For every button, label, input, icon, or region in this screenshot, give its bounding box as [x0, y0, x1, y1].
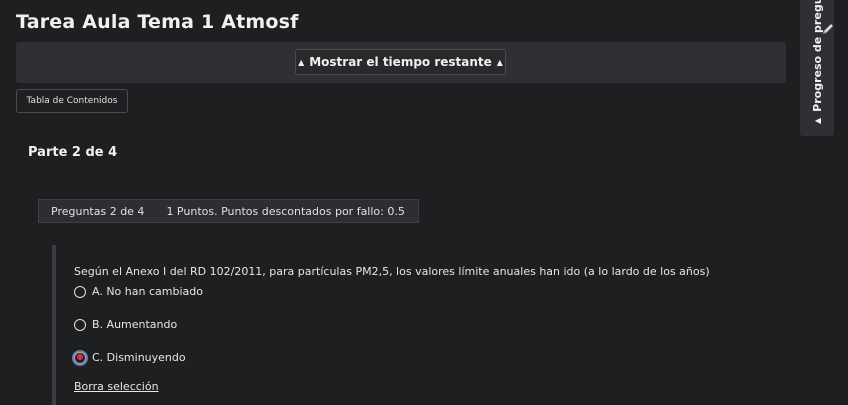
page-title: Tarea Aula Tema 1 Atmosf: [16, 11, 299, 33]
clear-selection-link[interactable]: Borra selección: [74, 380, 159, 393]
question-text: Según el Anexo I del RD 102/2011, para p…: [74, 265, 710, 278]
question-progress-text: Progreso de pregu: [810, 0, 824, 112]
table-of-contents-button[interactable]: Tabla de Contenidos: [16, 89, 128, 113]
question-progress-tab[interactable]: ▲ Progreso de pregu: [800, 0, 834, 136]
show-remaining-time-label: Mostrar el tiempo restante: [309, 55, 492, 69]
answer-option-label: C. Disminuyendo: [92, 351, 186, 364]
radio-button-c[interactable]: [74, 351, 86, 364]
answer-option-label: B. Aumentando: [92, 318, 178, 331]
radio-button-a[interactable]: [74, 285, 86, 298]
part-title: Parte 2 de 4: [28, 145, 118, 160]
answer-option-a[interactable]: A. No han cambiado: [74, 285, 203, 298]
quiz-page: Tarea Aula Tema 1 Atmosf ▲ Mostrar el ti…: [0, 0, 848, 405]
arrow-up-icon: ▲: [812, 117, 822, 124]
radio-button-b[interactable]: [74, 318, 86, 331]
question-points: 1 Puntos. Puntos descontados por fallo: …: [166, 204, 405, 218]
answer-option-c[interactable]: C. Disminuyendo: [74, 351, 186, 364]
question-progress-label: ▲ Progreso de pregu: [800, 0, 834, 136]
timer-bar: ▲ Mostrar el tiempo restante ▲: [16, 42, 786, 83]
question-number: Preguntas 2 de 4: [51, 204, 145, 218]
show-remaining-time-button[interactable]: ▲ Mostrar el tiempo restante ▲: [295, 49, 506, 75]
question-header: Preguntas 2 de 4 1 Puntos. Puntos descon…: [38, 199, 419, 223]
answer-option-label: A. No han cambiado: [92, 285, 203, 298]
arrow-up-icon: ▲: [298, 57, 305, 67]
answer-option-b[interactable]: B. Aumentando: [74, 318, 177, 331]
question-body: Según el Anexo I del RD 102/2011, para p…: [52, 245, 756, 405]
arrow-up-icon: ▲: [496, 57, 503, 67]
pencil-icon[interactable]: [821, 22, 835, 36]
